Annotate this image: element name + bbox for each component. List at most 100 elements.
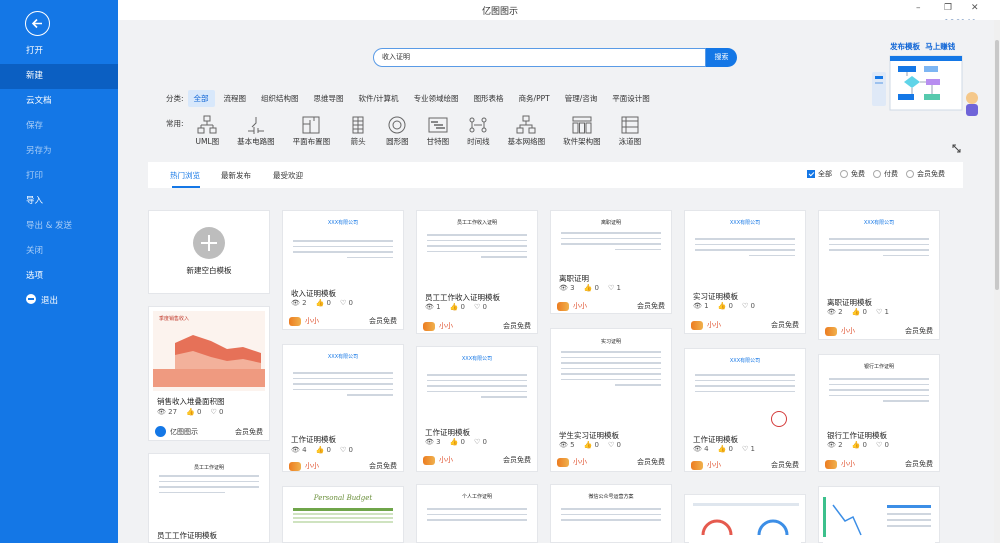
- new-blank-template-card[interactable]: 新建空白模板: [148, 210, 270, 294]
- card-footer: 小小 会员免费: [423, 455, 531, 465]
- card-stats: 👁 4 👍 0 ♡ 1: [693, 445, 755, 453]
- category-management[interactable]: 管理/咨询: [559, 90, 604, 107]
- card-footer: 小小 会员免费: [423, 321, 531, 331]
- common-basic-circuit[interactable]: 基本电路图: [237, 115, 275, 147]
- common-floor-plan[interactable]: 平面布置图: [293, 115, 330, 147]
- common-swimlane[interactable]: 泳道图: [619, 115, 641, 147]
- sidebar-item-export-send[interactable]: 导出 & 发送: [0, 214, 118, 239]
- gantt-icon: [428, 117, 448, 133]
- common-uml[interactable]: UML图: [196, 115, 219, 147]
- template-thumbnail: XXX有限公司: [287, 215, 399, 289]
- template-card[interactable]: XXX有限公司 工作证明模板 👁 4 👍 0 ♡ 0 小小 会员免费: [282, 344, 404, 472]
- filter-member-free-radio[interactable]: [906, 170, 914, 178]
- card-footer: 小小 会员免费: [825, 326, 933, 336]
- new-blank-label: 新建空白模板: [186, 266, 232, 275]
- sidebar-item-import[interactable]: 导入: [0, 189, 118, 214]
- template-card[interactable]: XXX有限公司 实习证明模板 👁 1 👍 0 ♡ 0 小小 会员免费: [684, 210, 806, 334]
- template-thumbnail: XXX有限公司: [421, 351, 533, 427]
- filter-free-radio[interactable]: [840, 170, 848, 178]
- card-price: 会员免费: [905, 327, 933, 335]
- template-card[interactable]: 实习证明 学生实习证明模板 👁 5 👍 0 ♡ 0 小小 会员免费: [550, 328, 672, 472]
- back-button[interactable]: [25, 11, 50, 36]
- category-business-ppt[interactable]: 商务/PPT: [513, 90, 556, 107]
- template-card[interactable]: 个人工作证明: [416, 484, 538, 543]
- template-thumbnail: 季度销售收入: [153, 311, 265, 391]
- common-arrow[interactable]: 箭头: [348, 115, 368, 147]
- card-title: 离职证明模板: [827, 298, 872, 307]
- common-gantt[interactable]: 甘特图: [427, 115, 449, 147]
- template-thumbnail: XXX有限公司: [287, 349, 399, 431]
- template-thumbnail: 员工工作证明: [153, 458, 265, 526]
- template-card[interactable]: 离职证明 离职证明 👁 3 👍 0 ♡ 1 小小 会员免费: [550, 210, 672, 314]
- scrollbar-thumb[interactable]: [995, 40, 999, 290]
- sidebar-item-cloud-docs[interactable]: 云文档: [0, 89, 118, 114]
- template-card[interactable]: [818, 486, 940, 543]
- arrow-shapes-icon: [352, 116, 364, 134]
- tab-favorite[interactable]: 最受欢迎: [273, 170, 303, 181]
- card-title: 员工工作收入证明模板: [425, 293, 500, 302]
- tab-popular[interactable]: 热门浏览: [170, 170, 200, 181]
- sidebar-item-exit[interactable]: 退出: [0, 289, 118, 314]
- author-avatar: [289, 461, 301, 471]
- minimize-button[interactable]: –: [916, 3, 921, 13]
- card-title: 销售收入堆叠面积图: [157, 397, 225, 406]
- template-thumbnail: XXX有限公司: [823, 215, 935, 295]
- restore-button[interactable]: ❐: [944, 3, 952, 13]
- tab-latest[interactable]: 最新发布: [221, 170, 251, 181]
- close-button[interactable]: ✕: [971, 3, 979, 13]
- sidebar-item-new[interactable]: 新建: [0, 64, 118, 89]
- card-price: 会员免费: [637, 458, 665, 466]
- author-avatar: [691, 460, 703, 470]
- sidebar-item-close[interactable]: 关闭: [0, 239, 118, 264]
- expand-icon[interactable]: [952, 144, 961, 153]
- template-card[interactable]: XXX有限公司 工作证明模板 👁 3 👍 0 ♡ 0 小小 会员免费: [416, 346, 538, 472]
- category-professional[interactable]: 专业领域绘图: [408, 90, 465, 107]
- category-all[interactable]: 全部: [187, 90, 215, 107]
- template-card[interactable]: 员工工作证明 员工工作证明模板: [148, 453, 270, 543]
- template-card[interactable]: XXX有限公司 工作证明模板 👁 4 👍 0 ♡ 1 小小 会员免费: [684, 348, 806, 472]
- template-card[interactable]: [684, 494, 806, 543]
- template-card[interactable]: XXX有限公司 收入证明模板 👁 2 👍 0 ♡ 0 小小 会员免费: [282, 210, 404, 330]
- filter-paid-radio[interactable]: [873, 170, 881, 178]
- template-card[interactable]: 季度销售收入 销售收入堆叠面积图 👁 27 👍 0 ♡ 0 亿图图示 会员免费: [148, 306, 270, 441]
- template-card[interactable]: XXX有限公司 离职证明模板 👁 2 👍 0 ♡ 1 小小 会员免费: [818, 210, 940, 340]
- category-graphic-table[interactable]: 图形表格: [468, 90, 510, 107]
- filter-panel: 分类: 全部 流程图 组织结构图 思维导图 软件/计算机 专业领域绘图 图形表格…: [148, 82, 963, 154]
- template-card[interactable]: 员工工作收入证明 员工工作收入证明模板 👁 1 👍 0 ♡ 0 小小 会员免费: [416, 210, 538, 334]
- common-basic-network[interactable]: 基本网络图: [508, 115, 545, 147]
- seal-stamp: [771, 411, 787, 427]
- template-thumbnail: 个人工作证明: [421, 489, 533, 541]
- sidebar-item-save-as[interactable]: 另存为: [0, 139, 118, 164]
- app-title: 亿图图示: [481, 7, 518, 17]
- template-search-input[interactable]: 收入证明: [373, 48, 706, 67]
- floor-plan-icon: [302, 116, 320, 134]
- template-card[interactable]: 银行工作证明 银行工作证明模板 👁 2 👍 0 ♡ 0 小小 会员免费: [818, 354, 940, 472]
- exit-icon: [26, 294, 36, 304]
- category-org-chart[interactable]: 组织结构图: [255, 90, 305, 107]
- common-circle-chart[interactable]: 圆形图: [386, 115, 409, 147]
- common-timeline[interactable]: 时间线: [467, 115, 490, 147]
- card-stats: 👁 2 👍 0 ♡ 0: [827, 441, 889, 449]
- card-price: 会员免费: [905, 460, 933, 468]
- category-graphic-design[interactable]: 平面设计图: [606, 90, 656, 107]
- category-software[interactable]: 软件/计算机: [353, 90, 405, 107]
- template-card[interactable]: 微信公众号运营方案: [550, 484, 672, 543]
- sidebar-item-open[interactable]: 打开: [0, 39, 118, 64]
- card-price: 会员免费: [771, 321, 799, 329]
- sidebar-item-save[interactable]: 保存: [0, 114, 118, 139]
- search-button[interactable]: 搜索: [706, 48, 737, 67]
- template-card[interactable]: Personal Budget: [282, 486, 404, 543]
- card-title: 工作证明模板: [425, 428, 470, 437]
- circle-chart-icon: [388, 116, 406, 134]
- card-stats: 👁 3 👍 0 ♡ 1: [559, 284, 621, 292]
- filter-all-checkbox[interactable]: [807, 170, 815, 178]
- card-footer: 小小 会员免费: [691, 460, 799, 470]
- category-flowchart[interactable]: 流程图: [218, 90, 253, 107]
- vertical-scrollbar[interactable]: [994, 20, 1000, 543]
- card-title: 员工工作证明模板: [157, 531, 217, 540]
- common-software-architecture[interactable]: 软件架构图: [563, 115, 601, 147]
- category-mind-map[interactable]: 思维导图: [308, 90, 350, 107]
- sidebar-item-options[interactable]: 选项: [0, 264, 118, 289]
- sidebar-item-print[interactable]: 打印: [0, 164, 118, 189]
- author-avatar: [289, 316, 301, 326]
